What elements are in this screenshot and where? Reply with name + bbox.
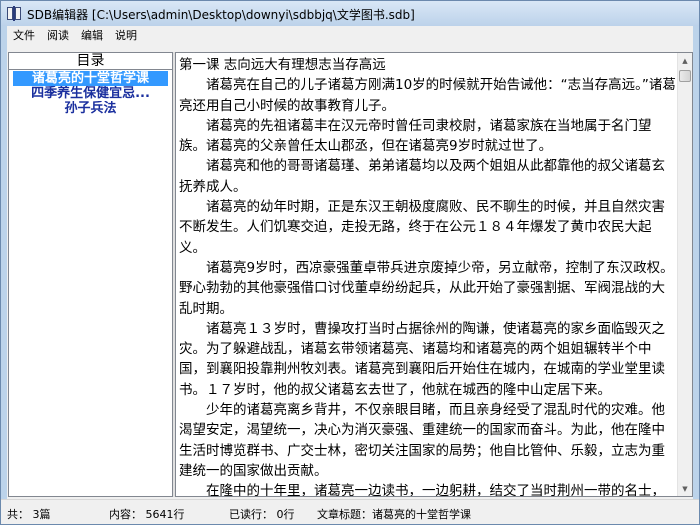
article-paragraph: 诸葛亮的幼年时期，正是东汉王朝极度腐败、民不聊生的时候，并且自然灾害不断发生。人…	[179, 199, 665, 256]
article-chapter-title: 第一课 志向远大有理想志当存高远	[179, 57, 386, 73]
status-total: 共： 3篇	[7, 508, 51, 521]
window-title: SDB编辑器 [C:\Users\admin\Desktop\downyi\sd…	[27, 8, 415, 22]
scroll-down-icon[interactable]: ▼	[678, 481, 692, 496]
main-area: 目录 诸葛亮的十堂哲学课 四季养生保健宜忌... 孙子兵法 第一课 志向远大有理…	[7, 45, 693, 499]
menu-help[interactable]: 说明	[109, 26, 143, 45]
scroll-up-icon[interactable]: ▲	[678, 53, 692, 68]
menu-edit[interactable]: 编辑	[75, 26, 109, 45]
vertical-scrollbar[interactable]: ▲ ▼	[677, 53, 692, 496]
article-text: 第一课 志向远大有理想志当存高远 诸葛亮在自己的儿子诸葛方刚满10岁的时候就开始…	[179, 55, 676, 497]
article-paragraph: 诸葛亮的先祖诸葛丰在汉元帝时曾任司隶校尉，诸葛家族在当地属于名门望族。诸葛亮的父…	[179, 117, 652, 155]
toc-item-art-of-war[interactable]: 孙子兵法	[9, 101, 172, 116]
toc-panel: 目录 诸葛亮的十堂哲学课 四季养生保健宜忌... 孙子兵法	[8, 52, 173, 497]
reader-panel[interactable]: 第一课 志向远大有理想志当存高远 诸葛亮在自己的儿子诸葛方刚满10岁的时候就开始…	[175, 52, 693, 497]
toc-list: 诸葛亮的十堂哲学课 四季养生保健宜忌... 孙子兵法	[9, 70, 172, 116]
toc-item-health[interactable]: 四季养生保健宜忌...	[9, 86, 172, 101]
article-paragraph: 诸葛亮和他的哥哥诸葛瑾、弟弟诸葛均以及两个姐姐从此都靠他的叔父诸葛玄抚养成人。	[179, 158, 665, 195]
status-bar: 共： 3篇 内容： 5641行 已读行： 0行 文章标题：诸葛亮的十堂哲学课	[1, 499, 699, 524]
scroll-thumb[interactable]	[679, 70, 691, 82]
menu-file[interactable]: 文件	[7, 26, 41, 45]
menu-read[interactable]: 阅读	[41, 26, 75, 45]
status-read-lines: 已读行： 0行	[229, 508, 295, 521]
article-paragraph: 少年的诸葛亮离乡背井，不仅亲眼目睹，而且亲身经受了混乱时代的灾难。他渴望安定，渴…	[179, 402, 665, 479]
book-icon	[7, 6, 23, 21]
article-paragraph: 在隆中的十年里，诸葛亮一边读书，一边躬耕，结交了当时荆州一带的名士，也积累了丰富…	[206, 483, 665, 497]
title-bar[interactable]: SDB编辑器 [C:\Users\admin\Desktop\downyi\sd…	[1, 1, 699, 26]
toc-item-zhuge-liang[interactable]: 诸葛亮的十堂哲学课	[13, 71, 168, 86]
toc-header: 目录	[9, 53, 172, 70]
status-content-lines: 内容： 5641行	[109, 508, 185, 521]
menu-bar: 文件 阅读 编辑 说明	[7, 26, 693, 45]
status-article-title: 文章标题：诸葛亮的十堂哲学课	[317, 508, 471, 521]
article-paragraph: 诸葛亮在自己的儿子诸葛方刚满10岁的时候就开始告诫他：“志当存高远。”诸葛亮还用…	[179, 77, 676, 114]
article-paragraph: 诸葛亮9岁时，西凉豪强董卓带兵进京废掉少帝，另立献帝，控制了东汉政权。野心勃勃的…	[179, 259, 674, 317]
article-paragraph: 诸葛亮１３岁时，曹操攻打当时占据徐州的陶谦，使诸葛亮的家乡面临毁灭之灾。为了躲避…	[179, 320, 665, 398]
app-window: SDB编辑器 [C:\Users\admin\Desktop\downyi\sd…	[0, 0, 700, 525]
